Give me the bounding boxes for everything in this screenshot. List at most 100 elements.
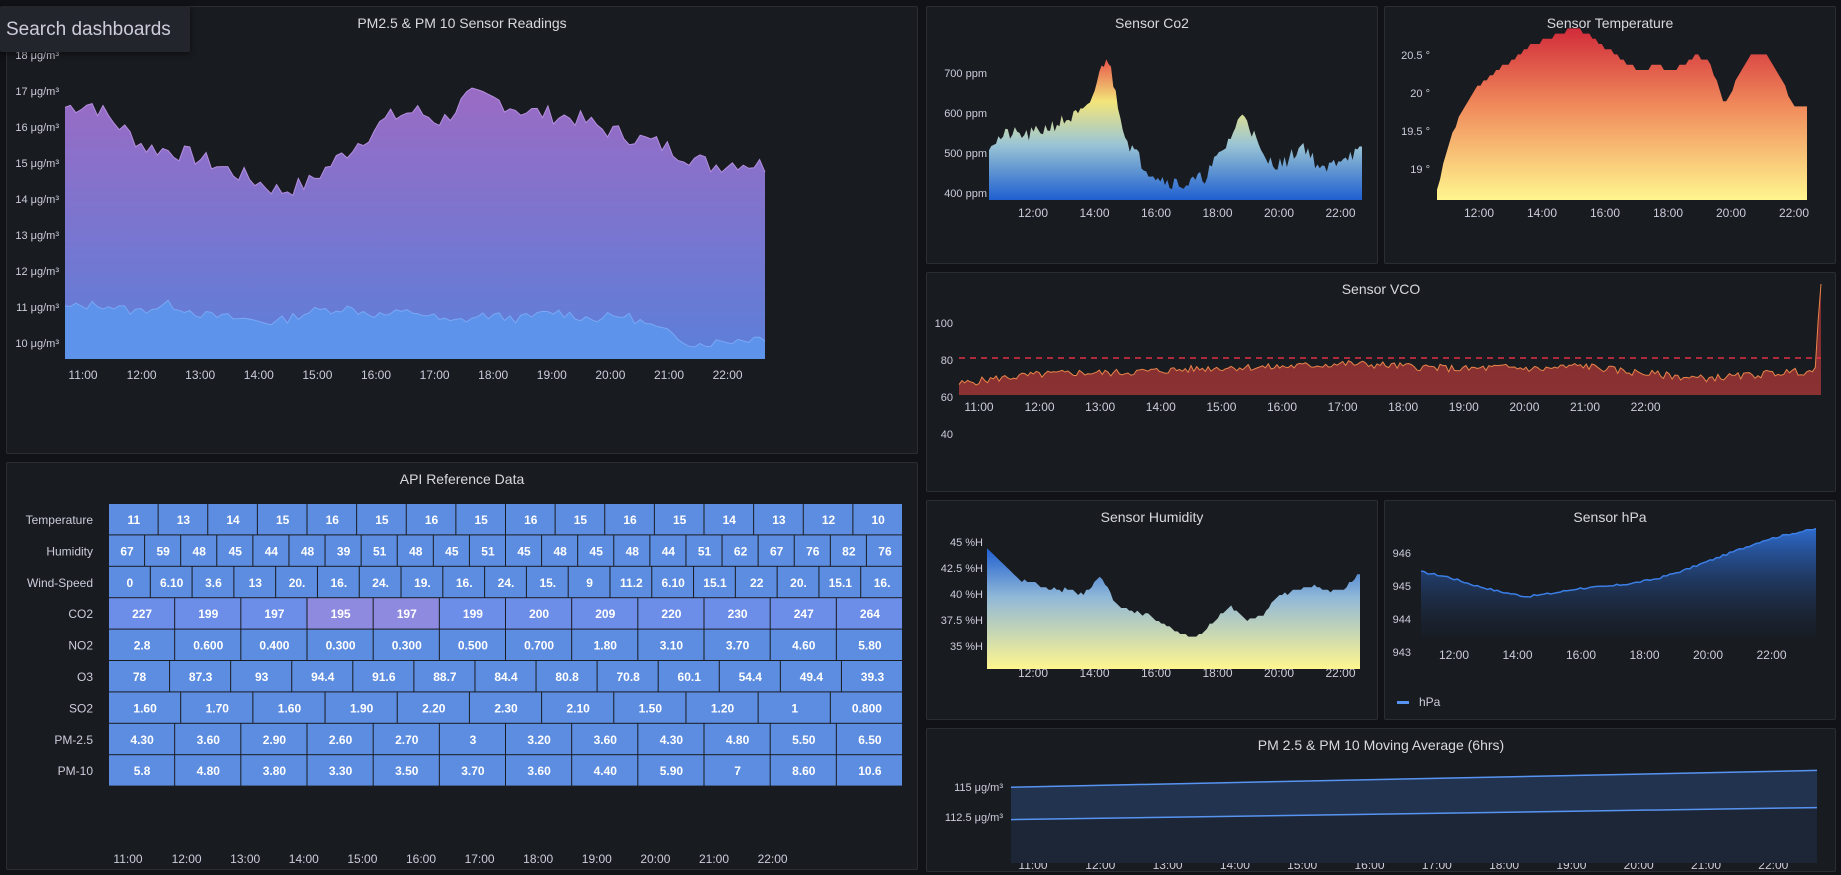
state-value: 2.8 xyxy=(134,639,151,653)
x-tick-label: 11:00 xyxy=(113,852,142,866)
state-value: 16 xyxy=(623,513,637,527)
row-label: Temperature xyxy=(26,513,94,527)
x-tick-label: 11:00 xyxy=(68,368,97,382)
hpa-series xyxy=(1421,528,1816,637)
y-tick-label: 80 xyxy=(941,355,953,367)
state-value: 24. xyxy=(498,576,515,590)
y-tick-label: 14 μg/m³ xyxy=(15,194,59,206)
state-value: 84.4 xyxy=(494,670,518,684)
state-value: 0.800 xyxy=(852,701,882,715)
x-tick-label: 14:00 xyxy=(1527,206,1557,220)
state-value: 195 xyxy=(331,607,351,621)
state-value: 78 xyxy=(133,670,147,684)
state-value: 0.600 xyxy=(193,639,223,653)
y-tick-label: 112.5 μg/m³ xyxy=(945,812,1003,824)
y-tick-label: 16 μg/m³ xyxy=(15,122,59,134)
y-tick-label: 946 xyxy=(1393,548,1411,560)
state-value: 5.50 xyxy=(792,733,816,747)
state-value: 220 xyxy=(661,607,681,621)
state-value: 10.6 xyxy=(858,764,882,778)
row-label: Humidity xyxy=(46,544,93,558)
state-value: 49.4 xyxy=(800,670,824,684)
y-tick-label: 600 ppm xyxy=(944,108,987,120)
state-value: 230 xyxy=(728,607,748,621)
panel-moving-average: PM 2.5 & PM 10 Moving Average (6hrs) 115… xyxy=(926,728,1836,872)
x-tick-label: 13:00 xyxy=(185,368,215,382)
x-tick-label: 22:00 xyxy=(713,368,743,382)
state-value: 76 xyxy=(878,544,892,558)
state-value: 3.60 xyxy=(527,764,551,778)
state-value: 247 xyxy=(794,607,814,621)
x-tick-label: 21:00 xyxy=(654,368,684,382)
state-value: 2.60 xyxy=(329,733,353,747)
search-label: Search dashboards xyxy=(6,19,171,40)
state-value: 12 xyxy=(822,513,836,527)
co2-series xyxy=(989,59,1362,200)
row-label: O3 xyxy=(77,670,93,684)
state-value: 15 xyxy=(475,513,489,527)
state-value: 15 xyxy=(276,513,290,527)
state-value: 7 xyxy=(734,764,741,778)
state-value: 4.80 xyxy=(197,764,221,778)
legend-swatch xyxy=(1397,701,1409,704)
x-tick-label: 18:00 xyxy=(523,852,553,866)
x-tick-label: 16:00 xyxy=(1267,400,1297,414)
x-tick-label: 19:00 xyxy=(1449,400,1479,414)
x-tick-label: 16:00 xyxy=(406,852,436,866)
x-tick-label: 12:00 xyxy=(1018,206,1048,220)
state-value: 45 xyxy=(517,544,531,558)
state-value: 199 xyxy=(463,607,483,621)
x-tick-label: 13:00 xyxy=(230,852,260,866)
state-value: 88.7 xyxy=(433,670,457,684)
x-tick-label: 22:00 xyxy=(1631,400,1661,414)
x-tick-label: 22:00 xyxy=(1756,648,1786,662)
x-tick-label: 17:00 xyxy=(465,852,495,866)
state-value: 0.300 xyxy=(326,639,356,653)
state-value: 2.70 xyxy=(395,733,419,747)
state-value: 39 xyxy=(337,544,351,558)
state-value: 15 xyxy=(375,513,389,527)
x-tick-label: 17:00 xyxy=(420,368,450,382)
y-tick-label: 42.5 %H xyxy=(941,563,983,575)
state-value: 3.80 xyxy=(263,764,287,778)
state-value: 14 xyxy=(723,513,737,527)
state-value: 1.80 xyxy=(594,639,618,653)
state-value: 13 xyxy=(772,513,786,527)
y-tick-label: 19 ° xyxy=(1410,164,1430,176)
state-value: 19. xyxy=(414,576,431,590)
x-tick-label: 14:00 xyxy=(1079,206,1109,220)
state-value: 2.30 xyxy=(494,701,518,715)
y-tick-label: 40 %H xyxy=(950,589,983,601)
state-value: 48 xyxy=(553,544,567,558)
state-value: 94.4 xyxy=(311,670,335,684)
state-value: 3.60 xyxy=(594,733,618,747)
row-label: PM-2.5 xyxy=(54,733,93,747)
state-value: 4.30 xyxy=(660,733,684,747)
moving-average-chart: 115 μg/m³112.5 μg/m³11:00 12:00 13:00 14:00… xyxy=(945,769,1818,872)
state-value: 5.80 xyxy=(858,639,882,653)
state-value: 70.8 xyxy=(616,670,640,684)
x-tick-label: 20:00 xyxy=(1264,206,1294,220)
state-value: 67 xyxy=(770,544,784,558)
api-state-timeline: Temperature 11 13 14 15 16 15 16 15 16 15 16 15 14 13 1… xyxy=(26,504,902,866)
search-dashboards-button[interactable]: Search dashboards xyxy=(0,6,190,52)
x-tick-label: 16:00 xyxy=(361,368,391,382)
state-value: 0.300 xyxy=(392,639,422,653)
y-tick-label: 19.5 ° xyxy=(1401,126,1430,138)
state-value: 209 xyxy=(595,607,615,621)
x-tick-label: 12:00 xyxy=(1025,400,1055,414)
state-value: 227 xyxy=(132,607,152,621)
state-value: 10 xyxy=(872,513,886,527)
temperature-chart: 20.5 ° 20 ° 19.5 ° 19 ° 12:00 14:00 16:00 18:00… xyxy=(1401,28,1809,220)
panel-vco: Sensor VCO 100 80 60 40 11:00 12:00 13:00 14:00… xyxy=(926,272,1836,492)
state-value: 16. xyxy=(330,576,347,590)
state-value: 87.3 xyxy=(189,670,213,684)
x-tick-label: 20:00 xyxy=(640,852,670,866)
y-tick-label: 11 μg/m³ xyxy=(16,302,59,314)
y-tick-label: 943 xyxy=(1393,647,1411,659)
state-value: 45 xyxy=(445,544,459,558)
legend-label: hPa xyxy=(1419,695,1441,709)
panel-humidity: Sensor Humidity 45 %H 42.5 %H 40 %H 37.5 %H… xyxy=(926,500,1378,720)
x-tick-label: 18:00 xyxy=(1388,400,1418,414)
state-value: 3.70 xyxy=(726,639,750,653)
